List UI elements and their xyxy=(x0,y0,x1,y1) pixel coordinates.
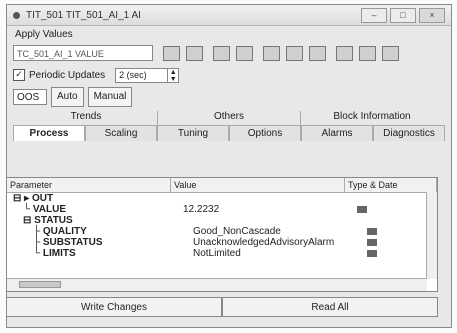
tool-icons xyxy=(163,45,405,61)
table-row[interactable]: ├ QUALITY Good_NonCascade xyxy=(7,226,437,237)
settings-icon[interactable] xyxy=(236,45,253,61)
table-row[interactable]: └ LIMITS NotLimited xyxy=(7,248,437,259)
maximize-button[interactable]: □ xyxy=(390,7,416,23)
param-value[interactable]: 12.2232 xyxy=(183,204,353,215)
param-value[interactable]: NotLimited xyxy=(193,248,363,259)
write-changes-button[interactable]: Write Changes xyxy=(6,297,222,317)
column-header-type-date[interactable]: Type & Date xyxy=(345,178,437,192)
minimize-button[interactable]: – xyxy=(361,7,387,23)
param-value xyxy=(183,215,353,226)
menu-apply-values[interactable]: Apply Values xyxy=(15,29,73,40)
vertical-scrollbar[interactable] xyxy=(426,192,437,279)
tab-block-information[interactable]: Block Information xyxy=(300,111,443,125)
collapse-icon[interactable]: ⊟ ▸ xyxy=(13,193,32,204)
table-row[interactable]: ⊟ ▸ OUT xyxy=(7,193,437,204)
title-bar: TIT_501 TIT_501_AI_1 AI – □ × xyxy=(7,5,451,26)
periodic-updates-row: ✓ Periodic Updates 2 (sec) ▲ ▼ xyxy=(7,64,451,86)
button-bar: Write Changes Read All xyxy=(6,297,438,317)
chart-icon[interactable] xyxy=(163,45,180,61)
table-row[interactable]: ├ SUBSTATUS UnacknowledgedAdvisoryAlarm xyxy=(7,237,437,248)
close-button[interactable]: × xyxy=(419,7,445,23)
save-icon[interactable] xyxy=(263,45,280,61)
type-enum-icon xyxy=(367,239,377,246)
toolbar: TC_501_AI_1 VALUE xyxy=(7,42,451,64)
table-row[interactable]: ⊟ STATUS xyxy=(7,215,437,226)
refresh-icon[interactable] xyxy=(213,45,230,61)
param-name: STATUS xyxy=(34,215,73,226)
print-icon[interactable] xyxy=(286,45,303,61)
param-name: OUT xyxy=(31,193,54,204)
param-value[interactable]: Good_NonCascade xyxy=(193,226,363,237)
grid-header: Parameter Value Type & Date xyxy=(7,178,437,193)
type-float-icon xyxy=(357,206,367,213)
tree-line-icon: ├ xyxy=(33,237,43,248)
tree-line-icon: ├ xyxy=(33,226,43,237)
collapse-icon[interactable]: ⊟ xyxy=(23,215,34,226)
app-icon xyxy=(13,11,20,19)
param-value xyxy=(173,193,343,204)
tree-line-icon: └ xyxy=(23,204,33,215)
table-icon[interactable] xyxy=(186,45,203,61)
menu-bar: Apply Values xyxy=(7,26,451,42)
spinner-arrows-icon[interactable]: ▲ ▼ xyxy=(167,68,178,83)
mode-row: OOS Auto Manual xyxy=(7,86,451,108)
tab-options[interactable]: Options xyxy=(229,125,301,141)
tab-others[interactable]: Others xyxy=(157,111,300,125)
param-name: QUALITY xyxy=(42,226,87,237)
table-row[interactable]: └ VALUE 12.2232 xyxy=(7,204,437,215)
auto-button[interactable]: Auto xyxy=(51,87,84,107)
tab-row-top: Trends Others Block Information xyxy=(7,111,451,125)
tree-line-icon: └ xyxy=(33,248,43,259)
periodic-updates-checkbox[interactable]: ✓ xyxy=(13,69,25,81)
periodic-updates-label: Periodic Updates xyxy=(29,69,106,81)
manual-button[interactable]: Manual xyxy=(87,87,133,107)
grid-icon[interactable] xyxy=(336,45,353,61)
tab-row-bottom: Process Scaling Tuning Options Alarms Di… xyxy=(7,125,451,141)
param-value[interactable]: UnacknowledgedAdvisoryAlarm xyxy=(193,237,363,248)
update-rate-spinner[interactable]: 2 (sec) ▲ ▼ xyxy=(115,67,180,83)
column-header-parameter[interactable]: Parameter xyxy=(7,178,171,192)
tab-tuning[interactable]: Tuning xyxy=(157,125,229,141)
type-enum-icon xyxy=(367,250,377,257)
param-name: VALUE xyxy=(32,204,67,215)
horizontal-scrollbar[interactable] xyxy=(7,278,427,291)
horizontal-scroll-thumb[interactable] xyxy=(19,281,61,288)
export-icon[interactable] xyxy=(309,45,326,61)
tab-process[interactable]: Process xyxy=(13,125,85,141)
mode-field[interactable]: OOS xyxy=(13,89,47,105)
column-header-value[interactable]: Value xyxy=(171,178,345,192)
tab-scaling[interactable]: Scaling xyxy=(85,125,157,141)
update-rate-value: 2 (sec) xyxy=(119,70,147,80)
param-name: SUBSTATUS xyxy=(42,237,103,248)
param-name: LIMITS xyxy=(42,248,76,259)
parameter-grid: Parameter Value Type & Date ⊟ ▸ OUT └ VA… xyxy=(6,177,438,292)
tab-trends[interactable]: Trends xyxy=(15,111,157,125)
type-enum-icon xyxy=(367,228,377,235)
window-title: TIT_501 TIT_501_AI_1 AI xyxy=(26,9,141,21)
tab-diagnostics[interactable]: Diagnostics xyxy=(373,125,445,141)
list-icon[interactable] xyxy=(359,45,376,61)
help-icon[interactable] xyxy=(382,45,399,61)
tag-selector[interactable]: TC_501_AI_1 VALUE xyxy=(13,45,153,61)
tab-alarms[interactable]: Alarms xyxy=(301,125,373,141)
read-all-button[interactable]: Read All xyxy=(222,297,438,317)
